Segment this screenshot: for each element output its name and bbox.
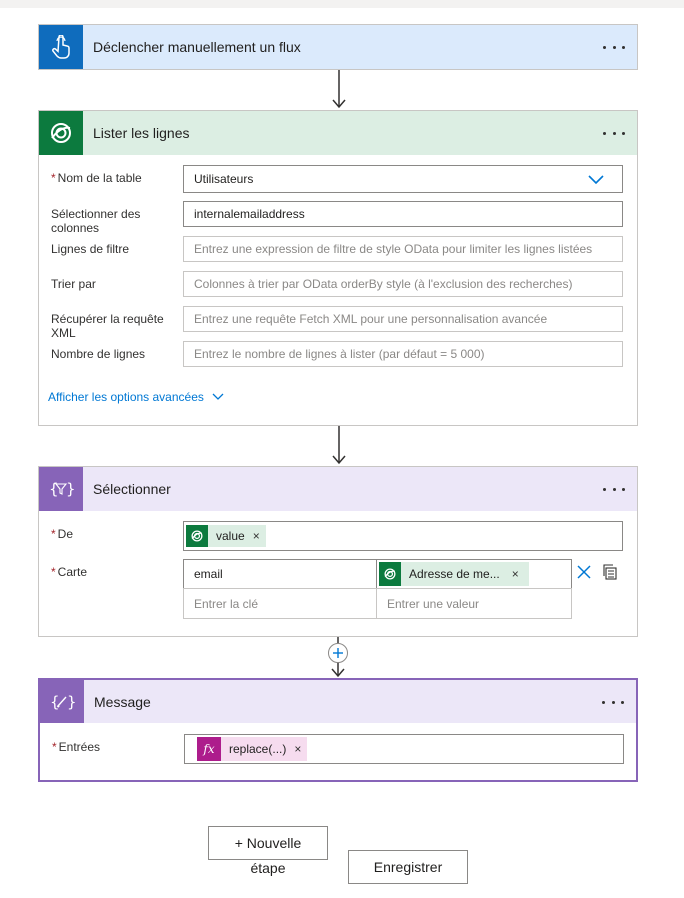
add-step-plus-icon[interactable] [328,643,348,663]
fetch-xml-input[interactable]: Entrez une requête Fetch XML pour une pe… [183,306,623,332]
select-card[interactable]: { } Sélectionner *De value × *Carte emai… [38,466,638,637]
list-rows-title: Lister les lignes [93,125,190,141]
from-input[interactable]: value × [183,521,623,551]
trigger-more-button[interactable] [603,37,625,57]
remove-token-icon[interactable]: × [294,742,307,756]
trigger-header[interactable]: Déclencher manuellement un flux [39,25,637,69]
map-value-input[interactable]: Adresse de me... × [376,559,572,589]
new-step-label-line2: étape [250,860,286,876]
inputs-label: * Entrées [52,740,101,754]
select-header[interactable]: { } Sélectionner [39,467,637,511]
message-title: Message [94,693,151,710]
select-columns-input[interactable]: internalemailaddress [183,201,623,227]
connector-arrow-icon [332,426,346,465]
trigger-title: Déclencher manuellement un flux [93,39,301,55]
replace-expression-token[interactable]: fx replace(...) × [197,737,308,761]
inputs-field[interactable]: fx replace(...) × [184,734,624,764]
sort-by-label: Trier par [51,277,96,291]
connector-arrow-icon [332,70,346,109]
filter-rows-label: Lignes de filtre [51,242,130,256]
table-name-label: * Nom de la table [51,171,142,185]
row-count-input[interactable]: Entrez le nombre de lignes à lister (par… [183,341,623,367]
value-token[interactable]: value × [186,525,266,547]
list-rows-header[interactable]: Lister les lignes [39,111,637,155]
switch-to-text-mode-icon[interactable] [602,564,618,580]
top-strip [0,0,684,8]
select-title: Sélectionner [93,481,171,497]
dataverse-icon [186,525,208,547]
table-name-dropdown[interactable]: Utilisateurs [183,165,623,193]
svg-text:{: { [49,480,59,498]
close-icon[interactable] [577,565,591,579]
function-icon: fx [197,737,221,761]
touch-icon [39,25,83,69]
sort-by-input[interactable]: Colonnes à trier par OData orderBy style… [183,271,623,297]
row-count-label: Nombre de lignes [51,347,146,361]
data-operation-icon: { } [39,467,83,511]
map-label: * Carte [51,565,88,579]
chevron-down-icon [212,393,224,400]
show-advanced-options-link[interactable]: Afficher les options avancées [48,390,224,404]
select-more-button[interactable] [603,479,625,499]
svg-text:{: { [50,693,60,711]
map-key-input[interactable]: email [183,559,377,589]
compose-icon: { } [40,680,84,723]
svg-text:}: } [67,693,75,711]
chevron-down-icon [588,175,604,185]
email-address-token[interactable]: Adresse de me... × [379,562,529,586]
message-card[interactable]: { } Message *Entrées fx replace(...) × [38,678,638,782]
svg-text:}: } [66,480,74,498]
fetch-xml-label: Récupérer la requête XML [51,312,164,340]
remove-token-icon[interactable]: × [508,567,529,581]
list-rows-more-button[interactable] [603,123,625,143]
dataverse-icon [379,562,401,586]
message-header[interactable]: { } Message [40,680,636,723]
trigger-card[interactable]: Déclencher manuellement un flux [38,24,638,70]
from-label: * De [51,527,74,541]
map-key-placeholder-input[interactable]: Entrer la clé [183,588,377,619]
save-button[interactable]: Enregistrer [348,850,468,884]
message-more-button[interactable] [602,692,624,712]
map-value-placeholder-input[interactable]: Entrer une valeur [376,588,572,619]
dataverse-icon [39,111,83,155]
select-columns-label: Sélectionner des colonnes [51,207,141,235]
list-rows-card[interactable]: Lister les lignes * Nom de la table Utili… [38,110,638,426]
remove-token-icon[interactable]: × [253,529,266,543]
filter-rows-input[interactable]: Entrez une expression de filtre de style… [183,236,623,262]
new-step-button[interactable]: + Nouvelle [208,826,328,860]
